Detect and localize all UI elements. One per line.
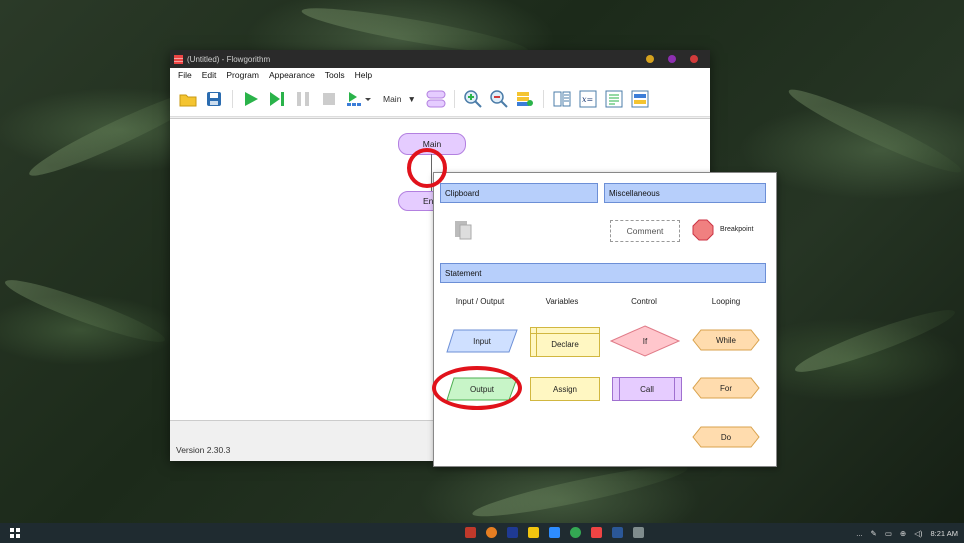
- column-control: Control: [631, 297, 657, 306]
- call-label: Call: [640, 384, 654, 394]
- taskbar-apps: [465, 527, 644, 538]
- do-shape[interactable]: Do: [692, 426, 760, 448]
- volume-icon[interactable]: ◁): [914, 529, 922, 538]
- word-icon[interactable]: [612, 527, 623, 538]
- menu-edit[interactable]: Edit: [202, 70, 217, 80]
- comment-shape[interactable]: Comment: [610, 220, 680, 242]
- toolbar: Main ▼ x=: [170, 82, 710, 117]
- menu-appearance[interactable]: Appearance: [269, 70, 315, 80]
- for-shape[interactable]: For: [692, 377, 760, 399]
- window-title: (Untitled) - Flowgorithm: [187, 54, 271, 64]
- toolbar-separator: [453, 90, 455, 108]
- miscellaneous-header-label: Miscellaneous: [609, 188, 660, 198]
- step-icon[interactable]: [267, 89, 287, 109]
- function-select[interactable]: Main ▼: [379, 94, 420, 104]
- taskbar: ... ✎ ▭ ⊕ ◁) 8:21 AM: [0, 523, 964, 543]
- breakpoint-icon[interactable]: [692, 219, 714, 246]
- zoom-out-icon[interactable]: [489, 89, 509, 109]
- insert-shape-popup: Clipboard Miscellaneous Comment Breakpoi…: [433, 172, 777, 467]
- statement-header: Statement: [440, 263, 766, 283]
- column-input-output: Input / Output: [455, 297, 505, 306]
- menu-help[interactable]: Help: [355, 70, 372, 80]
- leaf-decoration: [1, 271, 169, 351]
- clipboard-header-label: Clipboard: [445, 188, 480, 198]
- breakpoint-label[interactable]: Breakpoint: [720, 226, 753, 233]
- close-button[interactable]: [690, 55, 698, 63]
- toolbar-separator: [542, 90, 544, 108]
- toolbar-separator: [232, 90, 233, 108]
- comment-label: Comment: [626, 226, 664, 236]
- minimize-button[interactable]: [646, 55, 654, 63]
- highlight-ring-insertion-point: [407, 148, 447, 188]
- flowgorithm-taskbar-icon[interactable]: [591, 527, 602, 538]
- flowgorithm-app-icon: [174, 54, 183, 64]
- assign-shape[interactable]: Assign: [530, 377, 600, 401]
- source-code-icon[interactable]: [604, 89, 624, 109]
- console-icon[interactable]: x=: [578, 89, 598, 109]
- windows-start-icon[interactable]: [10, 528, 20, 538]
- open-folder-icon[interactable]: [178, 89, 198, 109]
- do-label: Do: [720, 432, 732, 442]
- pen-icon[interactable]: ✎: [871, 529, 877, 538]
- chrome-icon[interactable]: [570, 527, 581, 538]
- if-label: If: [642, 336, 648, 346]
- run-icon[interactable]: [241, 89, 261, 109]
- add-function-icon[interactable]: [426, 89, 446, 109]
- chart-window-icon[interactable]: [630, 89, 650, 109]
- maximize-button[interactable]: [668, 55, 676, 63]
- function-select-value: Main: [383, 94, 402, 104]
- call-shape[interactable]: Call: [612, 377, 682, 401]
- tray-overflow[interactable]: ...: [856, 529, 862, 538]
- variable-watch-icon[interactable]: [515, 89, 535, 109]
- network-icon[interactable]: ⊕: [900, 529, 906, 538]
- mail-app-icon[interactable]: [465, 527, 476, 538]
- photoshop-icon[interactable]: [507, 527, 518, 538]
- miscellaneous-header: Miscellaneous: [604, 183, 766, 203]
- stop-icon[interactable]: [319, 89, 339, 109]
- menu-bar: File Edit Program Appearance Tools Help: [170, 68, 710, 82]
- leaf-decoration: [784, 80, 964, 182]
- paste-icon[interactable]: [452, 219, 474, 246]
- run-speed-icon[interactable]: [345, 89, 373, 109]
- if-shape[interactable]: If: [610, 325, 680, 357]
- menu-file[interactable]: File: [178, 70, 192, 80]
- menu-tools[interactable]: Tools: [325, 70, 345, 80]
- desktop-app-icon[interactable]: [633, 527, 644, 538]
- clock-time[interactable]: 8:21 AM: [930, 529, 958, 538]
- battery-icon[interactable]: ▭: [885, 529, 892, 538]
- save-icon[interactable]: [204, 89, 224, 109]
- column-looping: Looping: [711, 297, 741, 306]
- pause-icon[interactable]: [293, 89, 313, 109]
- firefox-icon[interactable]: [486, 527, 497, 538]
- menu-program[interactable]: Program: [226, 70, 259, 80]
- layout-icon[interactable]: [552, 89, 572, 109]
- leaf-decoration: [791, 301, 959, 381]
- system-tray: ... ✎ ▭ ⊕ ◁) 8:21 AM: [856, 523, 958, 543]
- chevron-down-icon: ▼: [407, 94, 416, 104]
- while-shape[interactable]: While: [692, 329, 760, 351]
- zoom-icon[interactable]: [549, 527, 560, 538]
- svg-text:x=: x=: [582, 95, 593, 104]
- assign-label: Assign: [552, 384, 577, 394]
- input-shape[interactable]: Input: [446, 329, 518, 353]
- title-bar[interactable]: (Untitled) - Flowgorithm: [170, 50, 710, 68]
- declare-label: Declare: [551, 339, 579, 349]
- while-label: While: [715, 335, 736, 345]
- leaf-decoration: [470, 457, 690, 525]
- input-label: Input: [473, 336, 491, 346]
- version-label: Version 2.30.3: [176, 445, 231, 455]
- zoom-in-icon[interactable]: [463, 89, 483, 109]
- clipboard-header: Clipboard: [440, 183, 598, 203]
- declare-shape[interactable]: Declare: [530, 327, 600, 357]
- column-variables: Variables: [545, 297, 579, 306]
- highlight-ring-output: [432, 366, 522, 410]
- statement-header-label: Statement: [445, 268, 482, 278]
- end-terminal-label: En: [423, 196, 434, 206]
- file-explorer-icon[interactable]: [528, 527, 539, 538]
- for-label: For: [720, 383, 732, 393]
